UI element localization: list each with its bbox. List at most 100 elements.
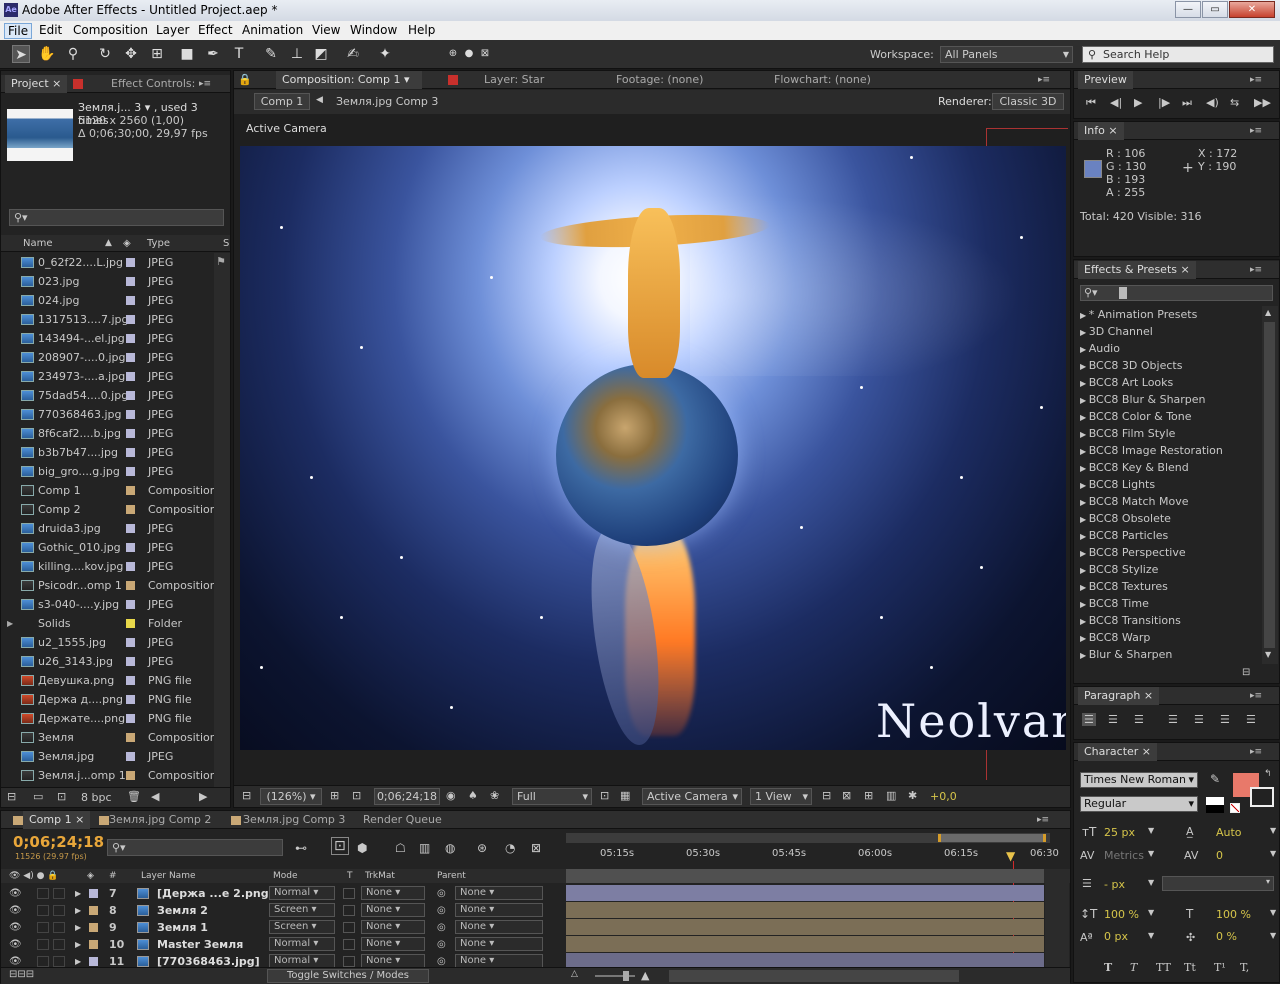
expand-arrow-icon[interactable]: ▶ (1080, 600, 1089, 609)
project-item[interactable]: big_gro....g.jpg JPEG (1, 462, 214, 481)
effect-category[interactable]: ▶ BCC8 Color & Tone (1080, 408, 1192, 425)
panel-menu-icon[interactable]: ▸≡ (1250, 126, 1264, 136)
label-color[interactable] (126, 638, 135, 647)
menu-effect[interactable]: Effect (198, 23, 233, 37)
project-item[interactable]: u2_1555.jpg JPEG (1, 633, 214, 652)
effects-search-input[interactable]: ⚲▾ (1080, 285, 1273, 301)
tab-preview[interactable]: Preview (1078, 71, 1133, 89)
tab-comp2[interactable]: Земля.jpg Comp 2 (103, 811, 217, 829)
parent-dropdown[interactable]: None ▾ (455, 954, 543, 967)
visibility-eye-icon[interactable]: 👁 (9, 953, 22, 967)
tab-paragraph[interactable]: Paragraph × (1078, 687, 1160, 705)
track-matte-dropdown[interactable]: None ▾ (361, 903, 425, 917)
expand-arrow-icon[interactable]: ▶ (1080, 362, 1089, 371)
track-matte-dropdown[interactable]: None ▾ (361, 886, 425, 900)
tab-project[interactable]: Project × (5, 75, 68, 93)
expand-arrow-icon[interactable]: ▶ (1080, 396, 1089, 405)
font-size-value[interactable]: 25 px (1104, 826, 1135, 839)
camera-dropdown[interactable]: Active Camera ▾ (642, 788, 742, 805)
small-caps-button[interactable]: Tt (1184, 961, 1196, 974)
tab-layer[interactable]: Layer: Star (478, 71, 550, 89)
col-name[interactable]: Name (23, 235, 53, 252)
label-color[interactable] (126, 467, 135, 476)
effect-category[interactable]: ▶ BCC8 Warp (1080, 629, 1150, 646)
effect-category[interactable]: ▶ BCC8 Image Restoration (1080, 442, 1223, 459)
blend-mode-dropdown[interactable]: Normal ▾ (269, 954, 335, 967)
label-color[interactable] (89, 957, 98, 966)
expand-arrow-icon[interactable]: ▶ (1080, 549, 1089, 558)
toggle-pixel-icon[interactable]: ⊟ (822, 789, 831, 802)
expand-arrow-icon[interactable]: ▶ (1080, 651, 1089, 660)
chevron-down-icon[interactable]: ▼ (1148, 826, 1154, 835)
track-matte-dropdown[interactable]: None ▾ (361, 954, 425, 967)
tab-effect-controls[interactable]: Effect Controls: (105, 75, 201, 93)
tab-comp1[interactable]: Comp 1 × (23, 811, 91, 829)
label-color[interactable] (126, 429, 135, 438)
timeline-h-scrollbar[interactable] (669, 970, 959, 982)
panel-menu-icon[interactable]: ▸≡ (1250, 747, 1264, 757)
panel-menu-icon[interactable]: ▸≡ (1250, 75, 1264, 85)
expand-arrow-icon[interactable]: ▶ (1080, 532, 1089, 541)
no-fill-icon[interactable] (1230, 803, 1240, 813)
comp-mini-flowchart-icon[interactable]: ⊷ (295, 841, 307, 855)
layer-name[interactable]: Земля 1 (157, 919, 208, 936)
timeline-scrollbar[interactable] (1045, 869, 1069, 969)
expand-arrow-icon[interactable]: ▶ (1080, 566, 1089, 575)
comp-canvas[interactable]: Neolvan (240, 146, 1066, 750)
timeline-icon[interactable]: ▥ (886, 789, 896, 802)
play-icon[interactable]: ▶ (1134, 96, 1142, 109)
hide-shy-icon[interactable]: ☖ (395, 841, 406, 855)
project-item[interactable]: 770368463.jpg JPEG (1, 405, 214, 424)
exposure-value[interactable]: +0,0 (930, 790, 957, 803)
expand-arrow-icon[interactable]: ▶ (1080, 498, 1089, 507)
layer-row[interactable]: 👁 ▶ 7 [Держа ...e 2.png] Normal ▾ None ▾ ◎ None… (1, 885, 1070, 902)
leading-value[interactable]: Auto (1216, 826, 1242, 839)
chevron-down-icon[interactable]: ▼ (1148, 931, 1154, 940)
effect-category[interactable]: ▶ BCC8 Transitions (1080, 612, 1181, 629)
font-family-dropdown[interactable]: Times New Roman ▾ (1080, 772, 1198, 788)
menu-edit[interactable]: Edit (39, 23, 62, 37)
vertical-scale-value[interactable]: 100 % (1104, 908, 1139, 921)
effect-category[interactable]: ▶ BCC8 Textures (1080, 578, 1168, 595)
fit-icon[interactable]: ⊞ (330, 789, 339, 802)
tab-flowchart[interactable]: Flowchart: (none) (768, 71, 877, 89)
tab-comp3[interactable]: Земля.jpg Comp 3 (237, 811, 351, 829)
horizontal-scale-value[interactable]: 100 % (1216, 908, 1251, 921)
audio-toggle[interactable] (37, 905, 49, 916)
flowchart-icon[interactable]: ⚑ (216, 255, 226, 268)
track-matte-dropdown[interactable]: None ▾ (361, 920, 425, 934)
preserve-transparency-toggle[interactable] (343, 939, 355, 950)
align-left-icon[interactable]: ☰ (1082, 713, 1096, 726)
draft-3d-icon[interactable]: ⊠ (842, 789, 851, 802)
parent-dropdown[interactable]: None ▾ (455, 937, 543, 951)
expand-arrow-icon[interactable]: ▶ (1080, 345, 1089, 354)
next-frame-icon[interactable]: |▶ (1158, 96, 1170, 109)
project-item[interactable]: 1317513....7.jpg JPEG (1, 310, 214, 329)
panel-menu-icon[interactable]: ▸≡ (1250, 265, 1264, 275)
blend-mode-dropdown[interactable]: Screen ▾ (269, 903, 335, 917)
views-dropdown[interactable]: 1 View ▾ (750, 788, 812, 805)
parent-dropdown[interactable]: None ▾ (455, 920, 543, 934)
menu-animation[interactable]: Animation (242, 23, 303, 37)
snapshot-icon[interactable]: ◉ (446, 789, 456, 802)
align-center-icon[interactable]: ☰ (1108, 713, 1118, 726)
project-item[interactable]: 234973-....a.jpg JPEG (1, 367, 214, 386)
brainstorm-icon[interactable]: ⊛ (477, 841, 487, 855)
layer-row[interactable]: 👁 ▶ 9 Земля 1 Screen ▾ None ▾ ◎ None ▾ (1, 919, 1070, 936)
scroll-right-icon[interactable]: ▶ (199, 790, 207, 803)
solo-toggle[interactable] (53, 939, 65, 950)
search-help-input[interactable]: ⚲ Search Help (1082, 46, 1274, 63)
pick-whip-icon[interactable]: ◎ (437, 919, 446, 936)
panel-menu-icon[interactable]: ▸≡ (1038, 75, 1052, 85)
project-item[interactable]: Девушка.png PNG file (1, 671, 214, 690)
current-timecode[interactable]: 0;06;24;18 (13, 833, 104, 851)
selection-tool-icon[interactable]: ➤ (12, 45, 30, 63)
show-snapshot-icon[interactable]: ♠ (468, 789, 478, 802)
tracking-value[interactable]: 0 (1216, 849, 1223, 862)
expand-arrow-icon[interactable]: ▶ (1080, 515, 1089, 524)
superscript-button[interactable]: T¹ (1214, 961, 1226, 974)
project-item[interactable]: druida3.jpg JPEG (1, 519, 214, 538)
parent-dropdown[interactable]: None ▾ (455, 903, 543, 917)
tab-effects[interactable]: Effects & Presets × (1078, 261, 1196, 279)
roto-brush-icon[interactable]: ✍ (344, 45, 362, 63)
